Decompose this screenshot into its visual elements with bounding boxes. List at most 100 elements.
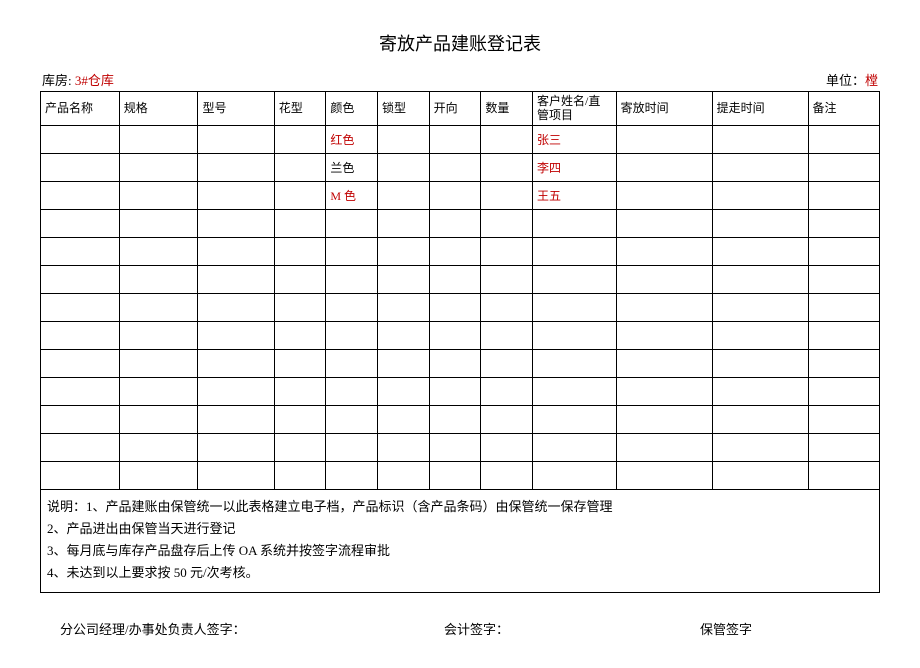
th-qty: 数量 <box>481 92 533 126</box>
table-cell <box>119 293 198 321</box>
table-cell <box>198 209 274 237</box>
table-cell <box>481 433 533 461</box>
meta-row: 库房: 3#仓库 单位：樘 <box>40 70 880 89</box>
sign-keeper: 保管签字 <box>700 619 860 638</box>
table-cell <box>429 461 481 489</box>
table-cell <box>119 405 198 433</box>
table-cell <box>378 237 430 265</box>
th-color: 颜色 <box>326 92 378 126</box>
table-cell <box>326 405 378 433</box>
table-cell <box>532 377 616 405</box>
table-cell <box>198 433 274 461</box>
th-spec: 规格 <box>119 92 198 126</box>
table-cell <box>616 237 712 265</box>
table-cell <box>712 293 808 321</box>
table-cell <box>326 377 378 405</box>
meta-right-value: 樘 <box>865 73 878 88</box>
table-row <box>41 265 880 293</box>
table-cell <box>378 461 430 489</box>
table-cell: M 色 <box>326 181 378 209</box>
table-cell <box>481 293 533 321</box>
th-pick: 提走时间 <box>712 92 808 126</box>
table-cell <box>198 237 274 265</box>
header-row: 产品名称 规格 型号 花型 颜色 锁型 开向 数量 客户姓名/直管项目 寄放时间… <box>41 92 880 126</box>
table-cell <box>481 237 533 265</box>
th-model: 型号 <box>198 92 274 126</box>
table-cell <box>429 405 481 433</box>
table-cell <box>198 321 274 349</box>
table-cell <box>712 181 808 209</box>
table-cell <box>712 349 808 377</box>
meta-right-label: 单位： <box>826 73 865 88</box>
table-cell <box>378 265 430 293</box>
table-cell <box>198 461 274 489</box>
table-cell <box>198 405 274 433</box>
table-row <box>41 405 880 433</box>
table-row <box>41 349 880 377</box>
table-cell <box>326 209 378 237</box>
table-cell <box>274 153 326 181</box>
table-cell <box>481 349 533 377</box>
signature-row: 分公司经理/办事处负责人签字： 会计签字： 保管签字 <box>40 619 880 638</box>
table-cell <box>378 321 430 349</box>
table-cell <box>378 153 430 181</box>
table-cell <box>481 209 533 237</box>
table-cell <box>119 153 198 181</box>
table-cell <box>532 209 616 237</box>
table-cell <box>41 433 120 461</box>
table-cell <box>41 265 120 293</box>
table-cell <box>532 405 616 433</box>
table-cell <box>326 293 378 321</box>
table-cell <box>808 433 879 461</box>
table-row <box>41 377 880 405</box>
table-cell <box>119 125 198 153</box>
table-cell <box>326 321 378 349</box>
table-cell <box>808 181 879 209</box>
table-cell <box>616 181 712 209</box>
table-cell <box>198 349 274 377</box>
table-cell <box>274 265 326 293</box>
table-cell <box>712 237 808 265</box>
table-cell <box>616 433 712 461</box>
table-cell <box>326 237 378 265</box>
th-cust: 客户姓名/直管项目 <box>532 92 616 126</box>
table-cell <box>616 293 712 321</box>
table-cell: 红色 <box>326 125 378 153</box>
table-cell <box>616 153 712 181</box>
table-cell <box>616 265 712 293</box>
meta-left-value: 3#仓库 <box>75 73 114 88</box>
table-cell <box>532 461 616 489</box>
th-dep: 寄放时间 <box>616 92 712 126</box>
table-cell <box>616 377 712 405</box>
table-cell <box>712 433 808 461</box>
table-cell <box>41 349 120 377</box>
table-cell <box>808 237 879 265</box>
table-cell <box>119 265 198 293</box>
table-cell <box>712 377 808 405</box>
table-row <box>41 237 880 265</box>
table-cell <box>119 321 198 349</box>
table-cell <box>119 237 198 265</box>
table-cell <box>198 153 274 181</box>
table-cell <box>712 321 808 349</box>
table-cell <box>808 265 879 293</box>
table-cell <box>481 461 533 489</box>
table-row: 红色张三 <box>41 125 880 153</box>
table-cell <box>712 125 808 153</box>
table-cell <box>429 349 481 377</box>
table-cell <box>41 237 120 265</box>
table-cell <box>429 125 481 153</box>
table-cell <box>481 125 533 153</box>
table-cell <box>41 181 120 209</box>
table-cell <box>712 405 808 433</box>
table-cell <box>532 293 616 321</box>
table-cell <box>712 153 808 181</box>
table-row <box>41 461 880 489</box>
table-row <box>41 209 880 237</box>
notes-block: 说明：1、产品建账由保管统一以此表格建立电子档，产品标识（含产品条码）由保管统一… <box>40 490 880 593</box>
table-row: M 色王五 <box>41 181 880 209</box>
table-cell <box>119 377 198 405</box>
table-cell <box>198 377 274 405</box>
meta-left-label: 库房: <box>42 73 75 88</box>
table-cell <box>808 209 879 237</box>
